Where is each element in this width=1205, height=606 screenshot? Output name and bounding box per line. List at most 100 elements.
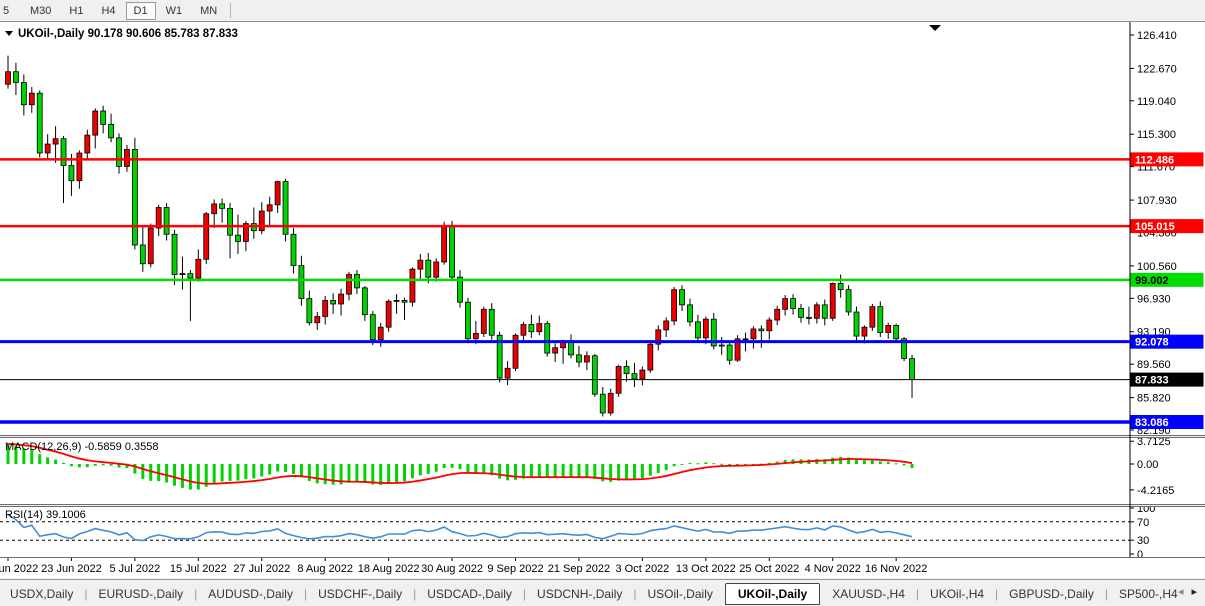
tab-usoil-daily[interactable]: USOil-,Daily — [638, 584, 723, 604]
macd-histogram-bar — [213, 464, 216, 484]
candle-body — [315, 316, 320, 322]
candle-body — [21, 82, 26, 104]
candle-body — [180, 274, 185, 275]
macd-histogram-bar — [260, 464, 263, 476]
candle-body — [640, 370, 645, 379]
candle-body — [561, 342, 566, 347]
tab-ukoil-daily[interactable]: UKOil-,Daily — [725, 583, 820, 605]
tab-nav: ◂▸ — [1174, 585, 1201, 598]
candle-body — [61, 139, 66, 166]
macd-histogram-bar — [443, 464, 446, 468]
candle-body — [505, 368, 510, 378]
macd-histogram-bar — [355, 464, 358, 482]
timeframe-button-M30[interactable]: M30 — [22, 2, 59, 20]
macd-histogram-bar — [70, 464, 73, 466]
tab-ukoil-h4[interactable]: UKOil-,H4 — [920, 584, 994, 604]
candle-body — [783, 299, 788, 310]
macd-histogram-bar — [585, 464, 588, 477]
macd-histogram-bar — [728, 464, 731, 465]
macd-histogram-bar — [562, 464, 565, 477]
tabs-scroll-left-icon[interactable]: ◂ — [1174, 586, 1188, 598]
macd-histogram-bar — [911, 464, 914, 468]
timeframe-button-W1[interactable]: W1 — [158, 2, 191, 20]
macd-histogram-bar — [570, 464, 573, 477]
timeframe-button-H1[interactable]: H1 — [61, 2, 91, 20]
macd-histogram-bar — [252, 464, 255, 478]
candle-body — [402, 300, 407, 302]
tab-usdchf-daily[interactable]: USDCHF-,Daily — [308, 584, 412, 604]
macd-histogram-bar — [530, 464, 533, 478]
timeframe-button-5[interactable]: 5 — [1, 2, 20, 20]
macd-histogram-bar — [887, 462, 890, 464]
macd-histogram-bar — [189, 464, 192, 490]
price-tick-label: 122.670 — [1137, 63, 1177, 75]
trading-terminal-window: 5M30H1H4D1W1MN UKOil-,Daily 90.178 90.60… — [0, 0, 1205, 606]
candle-body — [799, 308, 804, 317]
tab-usdcad-daily[interactable]: USDCAD-,Daily — [417, 584, 522, 604]
candle-body — [29, 93, 34, 105]
candle-body — [164, 207, 169, 234]
candle-body — [132, 149, 137, 245]
macd-histogram-bar — [538, 464, 541, 477]
candle-body — [45, 144, 50, 153]
candle-body — [894, 325, 899, 338]
macd-histogram-bar — [617, 464, 620, 481]
candle-body — [291, 234, 296, 265]
candle-body — [719, 345, 724, 346]
candle-body — [172, 234, 177, 274]
timeframe-button-MN[interactable]: MN — [192, 2, 225, 20]
candle-body — [212, 204, 217, 214]
chart-canvas[interactable]: UKOil-,Daily 90.178 90.606 85.783 87.833… — [0, 22, 1205, 578]
macd-histogram-bar — [173, 464, 176, 486]
candle-body — [489, 309, 494, 335]
macd-histogram-bar — [78, 464, 81, 467]
macd-tick-label: 3.7125 — [1137, 436, 1171, 448]
macd-histogram-bar — [292, 464, 295, 474]
macd-histogram-bar — [197, 464, 200, 490]
macd-tick-label: -4.2165 — [1137, 485, 1174, 497]
macd-histogram-bar — [141, 464, 144, 479]
timeframe-button-H4[interactable]: H4 — [93, 2, 123, 20]
date-label: 13 Oct 2022 — [676, 563, 736, 575]
macd-histogram-bar — [466, 464, 469, 472]
tabs-scroll-right-icon[interactable]: ▸ — [1187, 586, 1201, 598]
candle-body — [394, 300, 399, 301]
tab-xauusd-h4[interactable]: XAUUSD-,H4 — [822, 584, 915, 604]
tab-usdcnh-daily[interactable]: USDCNH-,Daily — [527, 584, 632, 604]
macd-histogram-bar — [641, 464, 644, 478]
macd-histogram-bar — [411, 464, 414, 478]
macd-histogram-bar — [712, 463, 715, 464]
candle-body — [814, 305, 819, 318]
candle-body — [434, 262, 439, 277]
rsi-tick-label: 0 — [1137, 549, 1143, 561]
candle-body — [204, 214, 209, 260]
macd-histogram-bar — [459, 464, 462, 469]
macd-histogram-bar — [633, 464, 636, 479]
candle-body — [672, 290, 677, 321]
date-label: 23 Jun 2022 — [41, 563, 102, 575]
candle-body — [664, 321, 669, 330]
date-label: 4 Nov 2022 — [805, 563, 861, 575]
macd-histogram-bar — [681, 464, 684, 465]
candle-body — [592, 356, 597, 394]
macd-histogram-bar — [363, 464, 366, 483]
candle-body — [323, 300, 328, 316]
candle-body — [188, 274, 193, 278]
macd-histogram-bar — [276, 464, 279, 471]
timeframe-button-D1[interactable]: D1 — [126, 2, 156, 20]
date-label: 25 Oct 2022 — [739, 563, 799, 575]
tab-usdx-daily[interactable]: USDX,Daily — [0, 584, 83, 604]
tab-audusd-daily[interactable]: AUDUSD-,Daily — [198, 584, 303, 604]
macd-histogram-bar — [86, 464, 89, 467]
macd-histogram-bar — [62, 463, 65, 464]
price-tick-label: 96.930 — [1137, 293, 1171, 305]
price-tick-label: 115.300 — [1137, 129, 1176, 141]
price-tick-label: 107.930 — [1137, 195, 1177, 207]
candle-body — [529, 325, 534, 332]
candle-body — [386, 301, 391, 327]
candle-body — [576, 355, 581, 362]
tab-gbpusd-daily[interactable]: GBPUSD-,Daily — [999, 584, 1104, 604]
candle-body — [481, 309, 486, 333]
tab-eurusd-daily[interactable]: EURUSD-,Daily — [88, 584, 193, 604]
candle-body — [93, 111, 98, 135]
